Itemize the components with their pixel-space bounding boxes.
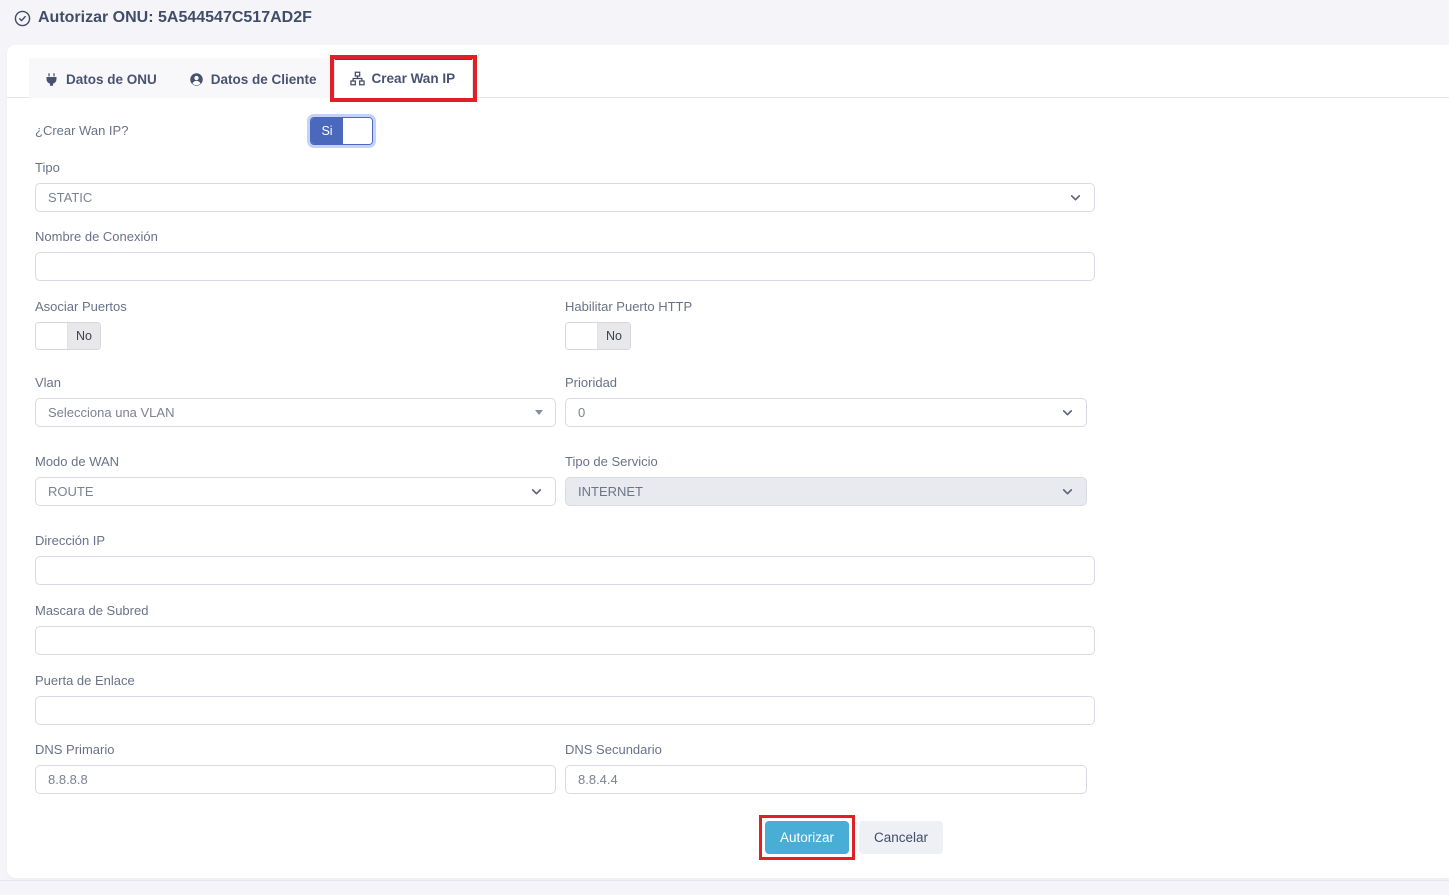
field-tipo: Tipo STATIC <box>35 161 1095 212</box>
check-circle-icon <box>14 10 31 27</box>
chevron-down-icon <box>530 485 543 498</box>
page-title: Autorizar ONU: 5A544547C517AD2F <box>14 9 312 27</box>
tipo-label: Tipo <box>35 161 1095 175</box>
page-title-text: Autorizar ONU: 5A544547C517AD2F <box>38 9 312 27</box>
toggle-knob <box>566 323 598 349</box>
direccion-ip-input[interactable] <box>35 556 1095 585</box>
vlan-placeholder: Selecciona una VLAN <box>48 405 174 420</box>
tab-datos-de-onu[interactable]: Datos de ONU <box>29 58 174 98</box>
modo-wan-select[interactable]: ROUTE <box>35 477 556 506</box>
field-dns-primario: DNS Primario <box>35 743 556 794</box>
dns-primario-label: DNS Primario <box>35 743 556 757</box>
mascara-subred-label: Mascara de Subred <box>35 604 1095 618</box>
asociar-puertos-label: Asociar Puertos <box>35 300 556 314</box>
chevron-down-icon <box>1061 485 1074 498</box>
habilitar-http-label: Habilitar Puerto HTTP <box>565 300 1087 314</box>
sitemap-icon <box>350 71 365 86</box>
field-puerta-enlace: Puerta de Enlace <box>35 674 1095 725</box>
row-dns: DNS Primario DNS Secundario <box>35 743 1087 794</box>
user-circle-icon <box>189 72 204 87</box>
direccion-ip-label: Dirección IP <box>35 534 1095 548</box>
modo-wan-selected-value: ROUTE <box>48 484 94 499</box>
field-direccion-ip: Dirección IP <box>35 534 1095 585</box>
tab-label: Datos de Cliente <box>211 72 317 87</box>
tab-datos-de-cliente[interactable]: Datos de Cliente <box>174 58 334 98</box>
tab-crear-wan-ip[interactable]: Crear Wan IP <box>334 57 474 98</box>
toggle-state-label: Si <box>311 118 343 144</box>
puerta-enlace-label: Puerta de Enlace <box>35 674 1095 688</box>
toggle-knob <box>343 118 372 144</box>
chevron-down-icon <box>1069 191 1082 204</box>
dns-secundario-input[interactable] <box>565 765 1087 794</box>
tab-label: Datos de ONU <box>66 72 157 87</box>
tipo-servicio-label: Tipo de Servicio <box>565 455 1087 469</box>
crear-wan-ip-toggle[interactable]: Si <box>310 117 373 145</box>
asociar-puertos-toggle[interactable]: No <box>35 322 101 350</box>
field-nombre-conexion: Nombre de Conexión <box>35 230 1095 281</box>
field-tipo-servicio: Tipo de Servicio INTERNET <box>565 455 1087 506</box>
prioridad-select[interactable]: 0 <box>565 398 1087 427</box>
form-actions: Autorizar Cancelar <box>765 821 1095 854</box>
plug-icon <box>44 72 59 87</box>
crear-wan-ip-form: ¿Crear Wan IP? Si Tipo STATIC Nombre de … <box>7 98 1095 854</box>
tipo-selected-value: STATIC <box>48 190 92 205</box>
field-dns-secundario: DNS Secundario <box>565 743 1087 794</box>
nombre-conexion-label: Nombre de Conexión <box>35 230 1095 244</box>
dns-secundario-label: DNS Secundario <box>565 743 1087 757</box>
habilitar-http-toggle[interactable]: No <box>565 322 631 350</box>
row-vlan-prioridad: Vlan Selecciona una VLAN Prioridad 0 <box>35 376 1087 427</box>
field-habilitar-http: Habilitar Puerto HTTP No <box>565 300 1087 350</box>
tipo-select[interactable]: STATIC <box>35 183 1095 212</box>
row-toggles: Asociar Puertos No Habilitar Puerto HTTP… <box>35 300 1087 350</box>
puerta-enlace-input[interactable] <box>35 696 1095 725</box>
field-vlan: Vlan Selecciona una VLAN <box>35 376 556 427</box>
tipo-servicio-select: INTERNET <box>565 477 1087 506</box>
prioridad-label: Prioridad <box>565 376 1087 390</box>
tab-bar: Datos de ONU Datos de Cliente Crear Wan … <box>7 45 1449 98</box>
authorize-onu-card: Datos de ONU Datos de Cliente Crear Wan … <box>7 45 1449 878</box>
dns-primario-input[interactable] <box>35 765 556 794</box>
toggle-state-label: No <box>68 323 100 349</box>
row-modo-servicio: Modo de WAN ROUTE Tipo de Servicio INTER… <box>35 455 1087 506</box>
modo-wan-label: Modo de WAN <box>35 455 556 469</box>
field-crear-wan-ip: ¿Crear Wan IP? Si <box>35 117 1095 145</box>
cancel-button[interactable]: Cancelar <box>859 821 943 854</box>
toggle-knob <box>36 323 68 349</box>
page-header: Autorizar ONU: 5A544547C517AD2F <box>0 0 1449 45</box>
prioridad-selected-value: 0 <box>578 405 585 420</box>
nombre-conexion-input[interactable] <box>35 252 1095 281</box>
tab-label: Crear Wan IP <box>372 71 456 86</box>
page-footer-divider <box>0 880 1449 881</box>
field-modo-wan: Modo de WAN ROUTE <box>35 455 556 506</box>
field-prioridad: Prioridad 0 <box>565 376 1087 427</box>
vlan-label: Vlan <box>35 376 556 390</box>
vlan-select[interactable]: Selecciona una VLAN <box>35 398 556 427</box>
caret-down-icon <box>535 410 543 415</box>
toggle-state-label: No <box>598 323 630 349</box>
field-asociar-puertos: Asociar Puertos No <box>35 300 556 350</box>
field-mascara-subred: Mascara de Subred <box>35 604 1095 655</box>
crear-wan-ip-label: ¿Crear Wan IP? <box>35 124 310 138</box>
mascara-subred-input[interactable] <box>35 626 1095 655</box>
tipo-servicio-selected-value: INTERNET <box>578 484 643 499</box>
chevron-down-icon <box>1061 406 1074 419</box>
authorize-button[interactable]: Autorizar <box>765 821 849 854</box>
